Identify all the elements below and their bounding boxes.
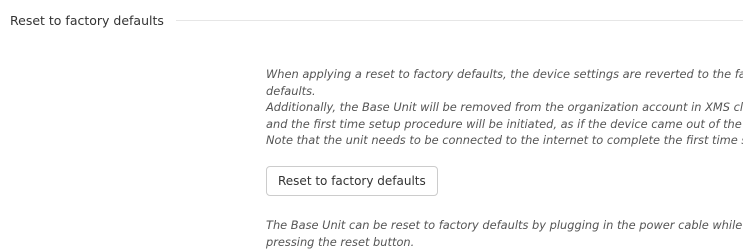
section-header: Reset to factory defaults [10, 9, 743, 31]
section-divider [175, 19, 743, 21]
reset-description: When applying a reset to factory default… [266, 66, 743, 149]
note-line: pressing the reset button. [266, 234, 415, 249]
note-line: The Base Unit can be reset to factory de… [266, 217, 743, 232]
description-line: Note that the unit needs to be connected… [266, 133, 743, 148]
description-line: When applying a reset to factory default… [266, 67, 743, 81]
reset-to-factory-defaults-button[interactable]: Reset to factory defaults [266, 165, 438, 196]
description-line: Additionally, the Base Unit will be remo… [266, 100, 743, 115]
factory-reset-panel: When applying a reset to factory default… [266, 66, 743, 250]
description-line: and the first time setup procedure will … [266, 116, 743, 131]
description-line: defaults. [266, 83, 316, 98]
section-title: Reset to factory defaults [10, 12, 164, 28]
hardware-reset-note: The Base Unit can be reset to factory de… [266, 217, 743, 250]
